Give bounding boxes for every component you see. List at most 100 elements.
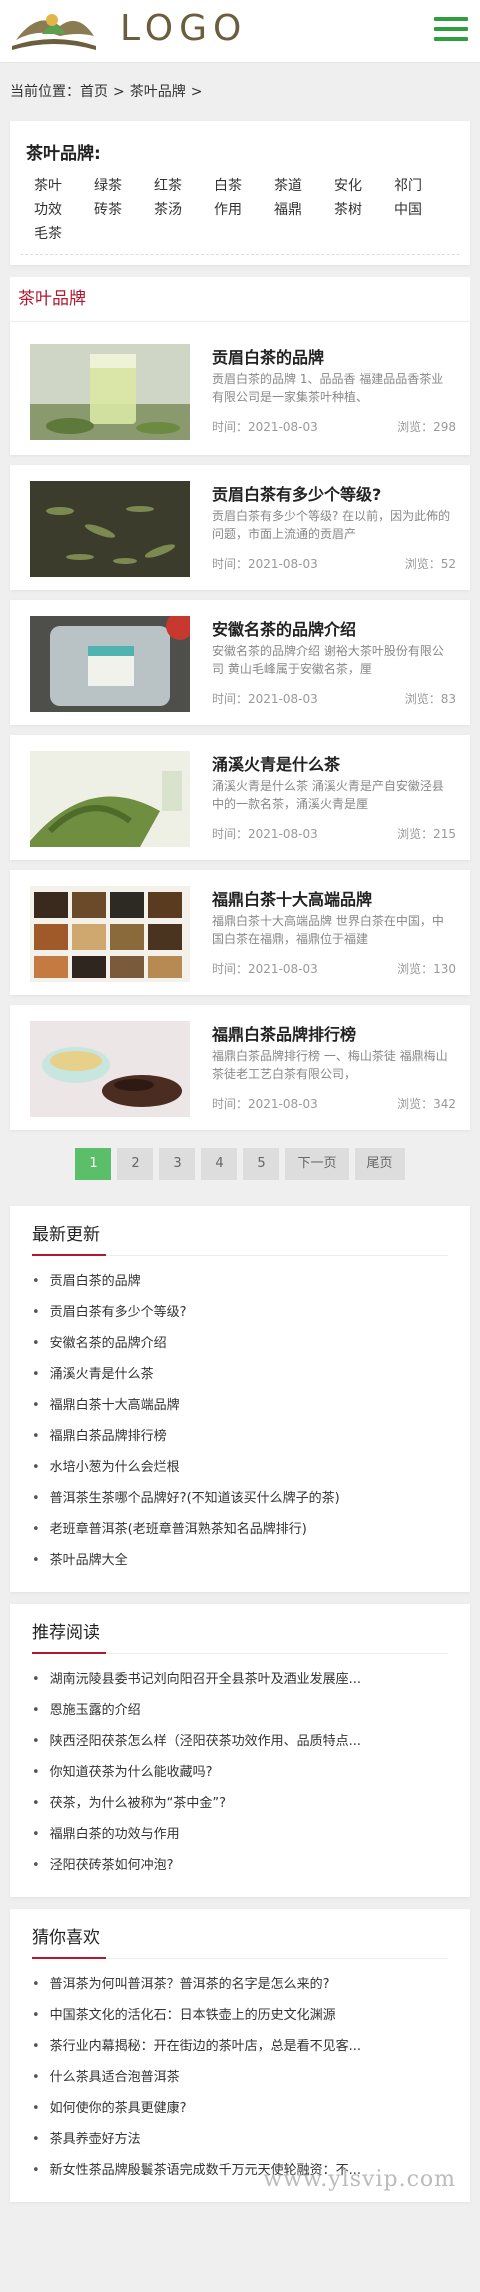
breadcrumb-separator: > [190,84,203,100]
latest-updates-list: 贡眉白茶的品牌 贡眉白茶有多少个等级? 安徽名茶的品牌介绍 涌溪火青是什么茶 福… [32,1266,448,1576]
last-page-button[interactable]: 尾页 [354,1148,405,1180]
recommended-panel: 推荐阅读 湖南沅陵县委书记刘向阳召开全县茶叶及酒业发展座... 恩施玉露的介绍 … [10,1604,470,1897]
page-button-5[interactable]: 5 [243,1148,280,1180]
tag-link[interactable]: 作用 [214,198,274,222]
breadcrumb-separator: > [113,84,125,100]
list-item[interactable]: 恩施玉露的介绍 [32,1695,448,1726]
list-item[interactable]: 福鼎白茶品牌排行榜 [32,1421,448,1452]
article-item[interactable]: 贡眉白茶有多少个等级? 贡眉白茶有多少个等级? 在以前，因为此佈的问题，市面上流… [10,465,470,590]
tag-link[interactable]: 祁门 [394,174,454,198]
tag-link[interactable]: 福鼎 [274,198,334,222]
page-button-4[interactable]: 4 [201,1148,238,1180]
list-item[interactable]: 福鼎白茶的功效与作用 [32,1819,448,1850]
menu-icon[interactable] [434,17,468,43]
article-thumbnail-tea-tin[interactable] [30,616,190,712]
article-thumbnail-green-leaves-pile[interactable] [30,751,190,847]
tag-link[interactable]: 茶道 [274,174,334,198]
list-item[interactable]: 贡眉白茶的品牌 [32,1266,448,1297]
list-item[interactable]: 茶行业内幕揭秘：开在街边的茶叶店，总是看不见客... [32,2031,448,2062]
article-summary: 福鼎白茶十大高端品牌 世界白茶在中国，中国白茶在福鼎，福鼎位于福建 [212,914,444,946]
list-item[interactable]: 什么茶具适合泡普洱茶 [32,2062,448,2093]
pagination: 1 2 3 4 5 下一页 尾页 [0,1134,480,1194]
article-summary: 贡眉白茶有多少个等级? 在以前，因为此佈的问题，市面上流通的贡眉产 [212,509,451,541]
tag-link[interactable]: 毛茶 [34,222,94,246]
list-item[interactable]: 陕西泾阳茯茶怎么样（泾阳茯茶功效作用、品质特点... [32,1726,448,1757]
logo-text[interactable]: LOGO [120,8,247,49]
article-date: 时间：2021-08-03 [212,827,318,841]
tags-title: 茶叶品牌: [26,144,101,164]
recommended-title: 推荐阅读 [32,1618,448,1654]
page-button-1[interactable]: 1 [75,1148,112,1180]
list-item[interactable]: 安徽名茶的品牌介绍 [32,1328,448,1359]
list-item[interactable]: 普洱茶为何叫普洱茶？普洱茶的名字是怎么来的? [32,1969,448,2000]
article-thumbnail-dry-leaves[interactable] [30,481,190,577]
tag-list: 茶叶 绿茶 红茶 白茶 茶道 安化 祁门 功效 砖茶 茶汤 作用 福鼎 茶树 中… [20,174,460,246]
list-item[interactable]: 水培小葱为什么会烂根 [32,1452,448,1483]
latest-updates-title: 最新更新 [32,1220,448,1256]
page-button-3[interactable]: 3 [159,1148,196,1180]
page-button-2[interactable]: 2 [117,1148,154,1180]
article-date: 时间：2021-08-03 [212,962,318,976]
article-item[interactable]: 涌溪火青是什么茶 涌溪火青是什么茶 涌溪火青是产自安徽泾县中的一款名茶，涌溪火青… [10,735,470,860]
tag-link[interactable]: 中国 [394,198,454,222]
list-item[interactable]: 茯茶，为什么被称为“茶中金”? [32,1788,448,1819]
list-item[interactable]: 中国茶文化的活化石：日本铁壶上的历史文化渊源 [32,2000,448,2031]
list-item[interactable]: 茶具养壶好方法 [32,2124,448,2155]
article-list: 贡眉白茶的品牌 贡眉白茶的品牌 1、品品香 福建品品香茶业有限公司是一家集茶叶种… [10,322,470,1130]
article-summary: 贡眉白茶的品牌 1、品品香 福建品品香茶业有限公司是一家集茶叶种植、 [212,372,444,404]
article-title[interactable]: 贡眉白茶的品牌 [212,344,324,368]
article-thumbnail-tea-cup[interactable] [30,1021,190,1117]
article-title[interactable]: 贡眉白茶有多少个等级? [212,481,381,505]
tag-link[interactable]: 茶叶 [34,174,94,198]
list-item[interactable]: 湖南沅陵县委书记刘向阳召开全县茶叶及酒业发展座... [32,1664,448,1695]
article-thumbnail-tea-grid[interactable] [30,886,190,982]
article-item[interactable]: 福鼎白茶品牌排行榜 福鼎白茶品牌排行榜 一、梅山茶徒 福鼎梅山茶徒老工艺白茶有限… [10,1005,470,1130]
breadcrumb-current-link[interactable]: 茶叶品牌 [130,84,186,100]
latest-updates-panel: 最新更新 贡眉白茶的品牌 贡眉白茶有多少个等级? 安徽名茶的品牌介绍 涌溪火青是… [10,1206,470,1592]
article-date: 时间：2021-08-03 [212,420,318,434]
tag-link[interactable]: 功效 [34,198,94,222]
tag-link[interactable]: 红茶 [154,174,214,198]
article-views: 浏览：83 [404,692,456,706]
divider [20,254,460,255]
tag-link[interactable]: 绿茶 [94,174,154,198]
section-title: 茶叶品牌 [10,277,470,322]
guess-you-like-panel: 猜你喜欢 普洱茶为何叫普洱茶？普洱茶的名字是怎么来的? 中国茶文化的活化石：日本… [10,1909,470,2202]
article-title[interactable]: 涌溪火青是什么茶 [212,751,340,775]
article-summary: 涌溪火青是什么茶 涌溪火青是产自安徽泾县中的一款名茶，涌溪火青是厘 [212,779,444,811]
article-item[interactable]: 福鼎白茶十大高端品牌 福鼎白茶十大高端品牌 世界白茶在中国，中国白茶在福鼎，福鼎… [10,870,470,995]
guess-you-like-title: 猜你喜欢 [32,1923,448,1959]
article-date: 时间：2021-08-03 [212,1097,318,1111]
tag-link[interactable]: 砖茶 [94,198,154,222]
tag-link[interactable]: 白茶 [214,174,274,198]
list-item[interactable]: 如何使你的茶具更健康? [32,2093,448,2124]
list-item[interactable]: 老班章普洱茶(老班章普洱熟茶知名品牌排行) [32,1514,448,1545]
list-item[interactable]: 普洱茶生茶哪个品牌好?(不知道该买什么牌子的茶) [32,1483,448,1514]
article-title[interactable]: 福鼎白茶十大高端品牌 [212,886,372,910]
guess-you-like-list: 普洱茶为何叫普洱茶？普洱茶的名字是怎么来的? 中国茶文化的活化石：日本铁壶上的历… [32,1969,448,2186]
article-title[interactable]: 安徽名茶的品牌介绍 [212,616,356,640]
article-title[interactable]: 福鼎白茶品牌排行榜 [212,1021,356,1045]
tag-link[interactable]: 茶树 [334,198,394,222]
article-item[interactable]: 贡眉白茶的品牌 贡眉白茶的品牌 1、品品香 福建品品香茶业有限公司是一家集茶叶种… [10,322,470,455]
article-thumbnail-green-tea-glass[interactable] [30,344,190,440]
article-views: 浏览：215 [397,827,456,841]
article-summary: 安徽名茶的品牌介绍 谢裕大茶叶股份有限公司 黄山毛峰属于安徽名茶，厘 [212,644,444,676]
article-views: 浏览：130 [397,962,456,976]
list-item[interactable]: 福鼎白茶十大高端品牌 [32,1390,448,1421]
list-item[interactable]: 贡眉白茶有多少个等级? [32,1297,448,1328]
list-item[interactable]: 涌溪火青是什么茶 [32,1359,448,1390]
article-date: 时间：2021-08-03 [212,557,318,571]
list-item[interactable]: 泾阳茯砖茶如何冲泡? [32,1850,448,1881]
list-item[interactable]: 你知道茯茶为什么能收藏吗? [32,1757,448,1788]
tag-link[interactable]: 安化 [334,174,394,198]
tag-link[interactable]: 茶汤 [154,198,214,222]
list-item[interactable]: 茶叶品牌大全 [32,1545,448,1576]
breadcrumb-home-link[interactable]: 首页 [80,84,108,100]
recommended-list: 湖南沅陵县委书记刘向阳召开全县茶叶及酒业发展座... 恩施玉露的介绍 陕西泾阳茯… [32,1664,448,1881]
article-summary: 福鼎白茶品牌排行榜 一、梅山茶徒 福鼎梅山茶徒老工艺白茶有限公司， [212,1049,448,1081]
logo-mark-icon[interactable] [8,6,100,56]
article-item[interactable]: 安徽名茶的品牌介绍 安徽名茶的品牌介绍 谢裕大茶叶股份有限公司 黄山毛峰属于安徽… [10,600,470,725]
tags-panel: 茶叶品牌: 茶叶 绿茶 红茶 白茶 茶道 安化 祁门 功效 砖茶 茶汤 作用 福… [10,121,470,265]
next-page-button[interactable]: 下一页 [285,1148,349,1180]
